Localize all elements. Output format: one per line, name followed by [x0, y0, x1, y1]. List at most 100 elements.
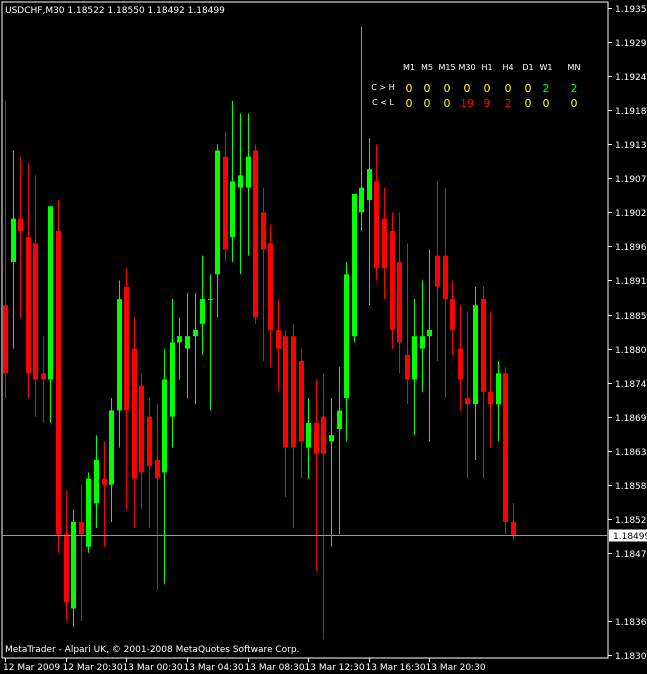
timeframe-label: H1: [481, 63, 492, 72]
indicator-value: 0: [444, 82, 451, 95]
candle-body[interactable]: [496, 373, 501, 405]
candle-body[interactable]: [33, 243, 38, 380]
candle-body[interactable]: [147, 416, 152, 467]
candle-body[interactable]: [86, 478, 91, 547]
candle-body[interactable]: [48, 206, 53, 380]
candle-body[interactable]: [200, 299, 205, 324]
timeframe-label: D1: [522, 63, 533, 72]
y-tick-label: 1.18635: [615, 448, 647, 458]
y-tick-label: 1.19075: [615, 175, 647, 185]
y-tick-label: 1.18855: [615, 312, 647, 322]
timeframe-label: M5: [421, 63, 433, 72]
y-tick-label: 1.19240: [615, 73, 647, 83]
candle-body[interactable]: [94, 459, 99, 504]
candle-body[interactable]: [193, 330, 198, 337]
x-tick-label: 12 Mar 20:30: [63, 663, 123, 673]
x-tick-label: 13 Mar 12:30: [305, 663, 365, 673]
candle-body[interactable]: [329, 435, 334, 442]
candle-body[interactable]: [435, 255, 440, 287]
candle-body[interactable]: [344, 274, 349, 399]
candle-body[interactable]: [3, 305, 8, 374]
candle-body[interactable]: [124, 286, 129, 411]
candle-body[interactable]: [405, 354, 410, 380]
candle-body[interactable]: [170, 342, 175, 417]
x-tick-label: 13 Mar 00:30: [123, 663, 183, 673]
candle-body[interactable]: [246, 156, 251, 188]
candle-body[interactable]: [359, 187, 364, 213]
indicator-value: 0: [525, 97, 532, 110]
candle-body[interactable]: [208, 299, 213, 301]
candle-body[interactable]: [481, 299, 486, 392]
candle-body[interactable]: [56, 230, 61, 535]
candle-body[interactable]: [215, 150, 220, 275]
candle-body[interactable]: [283, 336, 288, 448]
candle-body[interactable]: [11, 218, 16, 262]
candle-body[interactable]: [374, 181, 379, 269]
candle-body[interactable]: [268, 243, 273, 330]
chart-window[interactable]: 1.19350 1.19295 1.19240 1.19185 1.19130 1.190…: [0, 0, 647, 674]
candle-body[interactable]: [139, 385, 144, 473]
candle-body[interactable]: [314, 422, 319, 454]
candle-body[interactable]: [117, 299, 122, 411]
candle-body[interactable]: [511, 521, 516, 535]
candle-body[interactable]: [41, 373, 46, 380]
candle-body[interactable]: [261, 212, 266, 250]
candle-body[interactable]: [223, 156, 228, 250]
candle-body[interactable]: [276, 330, 281, 349]
candle-body[interactable]: [397, 261, 402, 343]
candle-body[interactable]: [420, 336, 425, 349]
candle-body[interactable]: [412, 336, 417, 380]
candle-body[interactable]: [71, 521, 76, 609]
candle-body[interactable]: [64, 534, 69, 603]
candle-body[interactable]: [253, 150, 258, 318]
indicator-value: 0: [571, 97, 578, 110]
timeframe-label: MN: [568, 63, 581, 72]
candle-body[interactable]: [458, 348, 463, 380]
y-tick-label: 1.19185: [615, 107, 647, 117]
candle-body[interactable]: [382, 218, 387, 269]
candle-body[interactable]: [132, 348, 137, 479]
indicator-value: 0: [505, 82, 512, 95]
candle-body[interactable]: [102, 478, 107, 485]
candle-body[interactable]: [109, 410, 114, 485]
y-tick-label: 1.18360: [615, 618, 647, 628]
candle-body[interactable]: [291, 336, 296, 448]
indicator-value: 19: [460, 97, 474, 110]
indicator-value: 2: [505, 97, 512, 110]
candle-body[interactable]: [155, 459, 160, 479]
candle-body[interactable]: [26, 237, 31, 374]
candle-body[interactable]: [503, 373, 508, 522]
candle-body[interactable]: [238, 175, 243, 188]
candle-body[interactable]: [352, 193, 357, 337]
candle-body[interactable]: [177, 336, 182, 343]
candle-body[interactable]: [18, 218, 23, 231]
indicator-value: 0: [424, 97, 431, 110]
price-chart[interactable]: 1.19350 1.19295 1.19240 1.19185 1.19130 1.190…: [0, 0, 647, 674]
candle-body[interactable]: [337, 410, 342, 430]
candle-body[interactable]: [367, 169, 372, 201]
x-tick-label: 13 Mar 08:30: [245, 663, 305, 673]
current-price-label: 1.18499: [613, 532, 647, 542]
candle-body[interactable]: [321, 416, 326, 454]
indicator-value: 0: [424, 82, 431, 95]
candle-body[interactable]: [162, 379, 167, 473]
timeframe-label: H4: [502, 63, 513, 72]
candle-body[interactable]: [465, 398, 470, 405]
candle-body[interactable]: [427, 330, 432, 337]
candle-body[interactable]: [79, 521, 84, 535]
y-tick-label: 1.18580: [615, 482, 647, 492]
timeframe-label: M1: [403, 63, 415, 72]
candle-body[interactable]: [230, 181, 235, 238]
y-tick-label: 1.19295: [615, 39, 647, 49]
candle-body[interactable]: [306, 422, 311, 448]
y-tick-label: 1.18800: [615, 346, 647, 356]
indicator-value: 0: [525, 82, 532, 95]
candle-body[interactable]: [473, 305, 478, 405]
indicator-value: 0: [464, 82, 471, 95]
candle-body[interactable]: [443, 255, 448, 300]
candle-body[interactable]: [390, 230, 395, 330]
candle-body[interactable]: [488, 391, 493, 405]
candle-body[interactable]: [299, 360, 304, 442]
candle-body[interactable]: [185, 336, 190, 349]
candle-body[interactable]: [450, 299, 455, 330]
